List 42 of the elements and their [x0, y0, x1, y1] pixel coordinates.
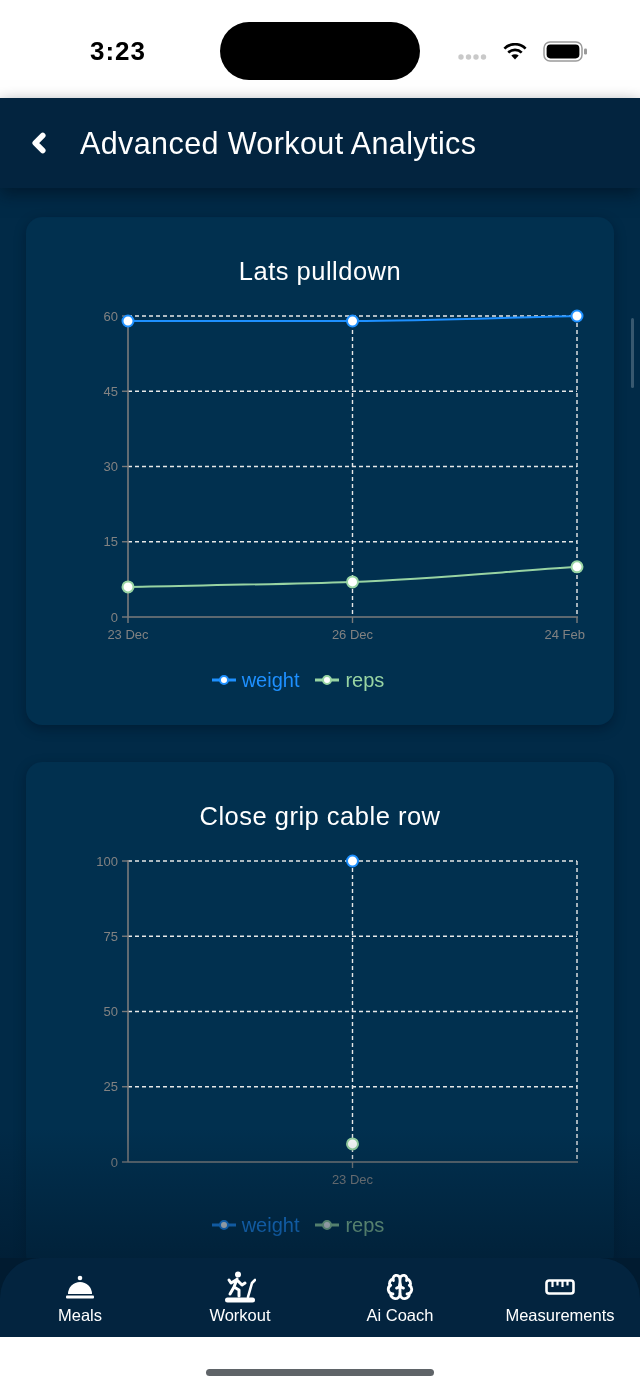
x-axis-label: 23 Dec — [331, 1172, 374, 1187]
treadmill-runner-icon — [224, 1271, 256, 1303]
y-axis-label: 100 — [96, 853, 118, 869]
data-point — [346, 854, 359, 868]
legend-label: weight — [241, 668, 300, 692]
legend-label: reps — [345, 1213, 385, 1237]
y-axis-label: 0 — [110, 1154, 118, 1170]
chart-title: Lats pulldown — [238, 257, 402, 285]
data-point — [121, 314, 135, 328]
page-title: Advanced Workout Analytics — [80, 125, 477, 161]
y-axis-label: 75 — [103, 928, 118, 944]
tab-button[interactable]: Workout — [160, 1258, 320, 1337]
tab-button[interactable]: Meals — [0, 1258, 160, 1337]
data-point — [346, 314, 359, 328]
x-axis-label: 23 Dec — [107, 627, 149, 642]
ruler-icon — [545, 1279, 575, 1295]
legend-label: reps — [345, 668, 385, 692]
wifi-icon — [503, 42, 527, 60]
data-point — [346, 1137, 359, 1151]
data-point — [346, 575, 359, 589]
data-point — [570, 309, 584, 323]
battery-icon — [543, 40, 588, 62]
scroll-bar — [631, 318, 634, 388]
y-axis-label: 25 — [103, 1079, 118, 1095]
tab-button[interactable]: Measurements — [480, 1258, 640, 1337]
status-time: 3:23 — [89, 36, 146, 66]
tab-button[interactable]: Ai Coach — [320, 1258, 480, 1337]
legend-label: weight — [241, 1213, 300, 1237]
data-point — [570, 560, 584, 574]
cloche-icon — [65, 1274, 95, 1300]
y-axis-label: 15 — [103, 534, 118, 550]
x-axis-label: 26 Dec — [331, 627, 374, 642]
chart-title: Close grip cable row — [199, 802, 441, 830]
x-axis-label: 24 Feb — [544, 627, 585, 642]
brain-icon — [386, 1273, 414, 1301]
y-axis-label: 60 — [103, 308, 118, 324]
data-point — [121, 580, 135, 594]
y-axis-label: 50 — [103, 1004, 118, 1019]
signal-icon — [458, 54, 488, 60]
y-axis-label: 30 — [103, 459, 118, 474]
y-axis-label: 0 — [110, 609, 118, 625]
y-axis-label: 45 — [103, 383, 118, 399]
